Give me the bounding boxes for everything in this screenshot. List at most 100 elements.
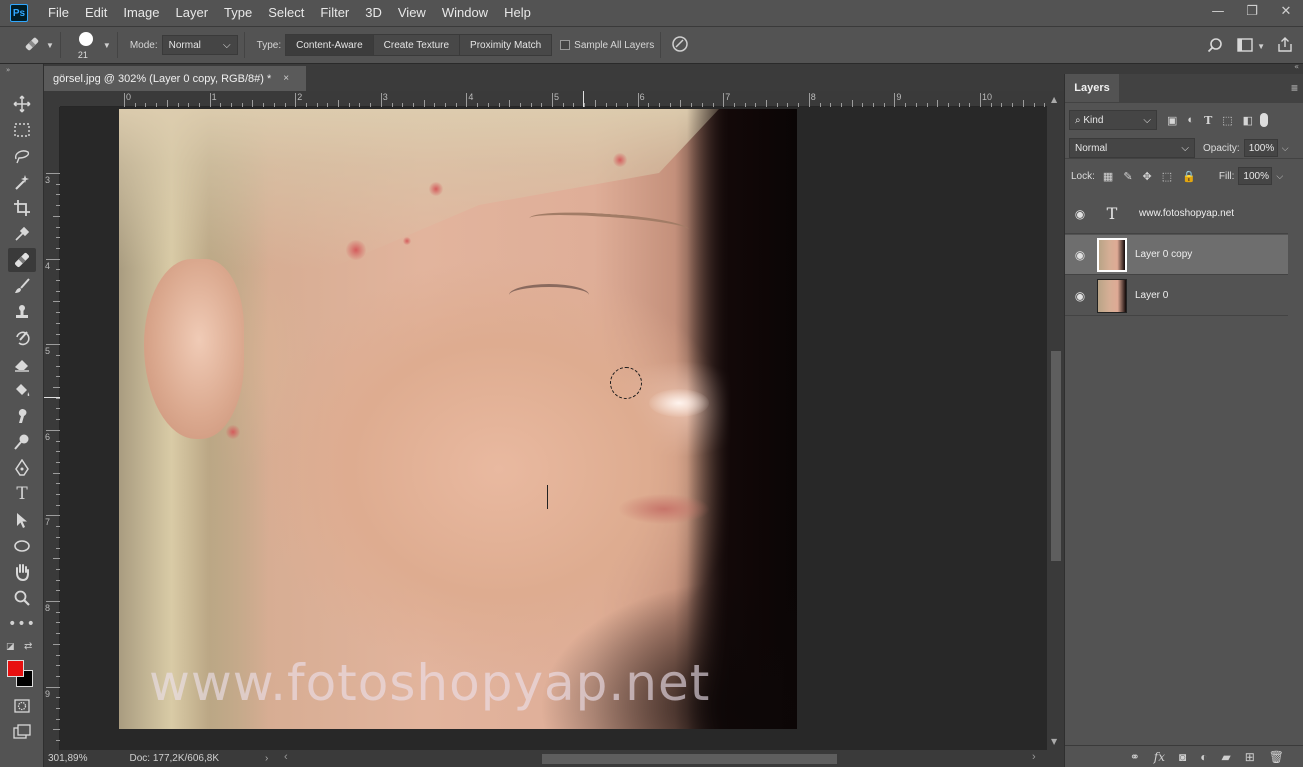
scroll-right-icon[interactable]: › bbox=[1032, 751, 1036, 763]
filter-toggle-icon[interactable] bbox=[1260, 113, 1269, 127]
create-texture-button[interactable]: Create Texture bbox=[373, 35, 461, 55]
add-mask-icon[interactable]: ◙ bbox=[1179, 750, 1186, 764]
filter-pixel-icon[interactable]: ▣ bbox=[1167, 114, 1177, 127]
layer-row-layer-0-copy[interactable]: ◉ Layer 0 copy bbox=[1065, 235, 1288, 275]
screen-mode-icon[interactable] bbox=[8, 720, 36, 744]
collapse-icon[interactable]: « bbox=[1294, 62, 1299, 71]
menu-file[interactable]: File bbox=[40, 0, 77, 26]
pressure-size-icon[interactable] bbox=[671, 35, 689, 56]
mode-select[interactable]: Normal ⌵ bbox=[161, 35, 238, 55]
vertical-scroll-thumb[interactable] bbox=[1051, 351, 1061, 561]
lock-image-icon[interactable]: ✎ bbox=[1123, 170, 1132, 183]
document-image[interactable]: www.fotoshopyap.net bbox=[119, 109, 797, 729]
new-layer-icon[interactable]: ⊞ bbox=[1245, 750, 1255, 764]
scroll-left-icon[interactable]: ‹ bbox=[284, 751, 288, 763]
vertical-ruler[interactable]: 3 4 5 6 7 8 9 bbox=[44, 107, 60, 750]
filter-type-icon[interactable]: T bbox=[1204, 114, 1212, 127]
close-window-button[interactable]: ✕ bbox=[1269, 0, 1303, 22]
link-layers-icon[interactable]: ⚭ bbox=[1130, 750, 1140, 764]
blend-mode-select[interactable]: Normal ⌵ bbox=[1069, 138, 1195, 158]
minimize-button[interactable]: — bbox=[1201, 0, 1235, 22]
ellipse-tool-icon[interactable] bbox=[8, 534, 36, 558]
share-icon[interactable] bbox=[1277, 36, 1293, 56]
content-aware-button[interactable]: Content-Aware bbox=[286, 35, 374, 55]
hand-tool-icon[interactable] bbox=[8, 560, 36, 584]
crop-tool-icon[interactable] bbox=[8, 196, 36, 220]
status-menu-arrow[interactable]: › bbox=[265, 753, 268, 764]
collapse-icon[interactable]: » bbox=[6, 66, 10, 74]
lock-position-icon[interactable]: ✥ bbox=[1143, 170, 1152, 183]
clone-stamp-tool-icon[interactable] bbox=[8, 300, 36, 324]
eyedropper-tool-icon[interactable] bbox=[8, 222, 36, 246]
canvas-area[interactable]: www.fotoshopyap.net bbox=[60, 107, 1047, 750]
filter-adjustment-icon[interactable]: ◐ bbox=[1187, 114, 1194, 126]
brush-tool-icon[interactable] bbox=[8, 274, 36, 298]
adjustment-layer-icon[interactable]: ◐ bbox=[1200, 750, 1207, 764]
fill-input[interactable]: 100% bbox=[1238, 167, 1273, 185]
chevron-down-icon[interactable]: ⌵ bbox=[1282, 143, 1289, 154]
workspace-icon[interactable] bbox=[1237, 37, 1253, 55]
more-tools-icon[interactable]: ••• bbox=[8, 612, 36, 636]
swap-colors-icon[interactable]: ⇄ bbox=[24, 641, 32, 652]
menu-filter[interactable]: Filter bbox=[312, 0, 357, 26]
chevron-down-icon[interactable]: ▼ bbox=[46, 41, 54, 50]
filter-smart-object-icon[interactable]: ◧ bbox=[1243, 114, 1253, 127]
pen-tool-icon[interactable] bbox=[8, 456, 36, 480]
opacity-input[interactable]: 100% bbox=[1243, 139, 1278, 157]
spot-healing-brush-tool-icon[interactable] bbox=[8, 248, 36, 272]
scroll-up-icon[interactable]: ▲ bbox=[1051, 95, 1057, 104]
ruler-origin[interactable] bbox=[44, 91, 60, 107]
quick-mask-icon[interactable] bbox=[8, 694, 36, 718]
panel-menu-icon[interactable]: ≡ bbox=[1291, 81, 1298, 95]
visibility-eye-icon[interactable]: ◉ bbox=[1065, 207, 1095, 221]
healing-brush-preset-icon[interactable] bbox=[22, 34, 42, 57]
type-tool-icon[interactable]: T bbox=[8, 482, 36, 506]
dodge-tool-icon[interactable] bbox=[8, 430, 36, 454]
path-selection-tool-icon[interactable] bbox=[8, 508, 36, 532]
document-tab[interactable]: görsel.jpg @ 302% (Layer 0 copy, RGB/8#)… bbox=[44, 66, 306, 91]
horizontal-scroll-thumb[interactable] bbox=[542, 754, 837, 764]
layer-row-layer-0[interactable]: ◉ Layer 0 bbox=[1065, 276, 1288, 316]
lock-artboard-icon[interactable]: ⬚ bbox=[1162, 170, 1172, 183]
menu-edit[interactable]: Edit bbox=[77, 0, 115, 26]
zoom-tool-icon[interactable] bbox=[8, 586, 36, 610]
vertical-scrollbar[interactable]: ▲ ▼ bbox=[1047, 91, 1064, 750]
layer-filter-select[interactable]: ⌕ Kind ⌵ bbox=[1069, 110, 1157, 130]
brush-size-picker[interactable]: 21 bbox=[73, 30, 103, 60]
eraser-tool-icon[interactable] bbox=[8, 352, 36, 376]
search-icon[interactable] bbox=[1207, 37, 1223, 56]
filter-shape-icon[interactable]: ⬚ bbox=[1222, 114, 1232, 127]
default-colors-icon[interactable]: ◪ bbox=[6, 642, 15, 652]
lock-transparent-icon[interactable]: ▦ bbox=[1103, 170, 1113, 183]
chevron-down-icon[interactable]: ⌵ bbox=[1276, 171, 1283, 182]
smudge-tool-icon[interactable] bbox=[8, 404, 36, 428]
horizontal-ruler[interactable]: 0 1 2 3 4 5 6 7 8 9 10 bbox=[60, 91, 1056, 107]
proximity-match-button[interactable]: Proximity Match bbox=[460, 35, 552, 55]
sample-all-layers-checkbox[interactable] bbox=[560, 40, 571, 50]
new-group-icon[interactable]: ▰ bbox=[1221, 750, 1230, 764]
menu-type[interactable]: Type bbox=[216, 0, 260, 26]
menu-help[interactable]: Help bbox=[496, 0, 539, 26]
menu-layer[interactable]: Layer bbox=[168, 0, 217, 26]
history-brush-tool-icon[interactable] bbox=[8, 326, 36, 350]
menu-select[interactable]: Select bbox=[260, 0, 312, 26]
zoom-level[interactable]: 301,89% bbox=[48, 753, 87, 764]
menu-3d[interactable]: 3D bbox=[357, 0, 390, 26]
lock-all-icon[interactable]: 🔒 bbox=[1182, 170, 1196, 183]
visibility-eye-icon[interactable]: ◉ bbox=[1065, 248, 1095, 262]
chevron-down-icon[interactable]: ▼ bbox=[1257, 42, 1265, 51]
restore-button[interactable]: ❐ bbox=[1235, 0, 1269, 22]
menu-view[interactable]: View bbox=[390, 0, 434, 26]
scroll-down-icon[interactable]: ▼ bbox=[1051, 737, 1057, 746]
paint-bucket-tool-icon[interactable] bbox=[8, 378, 36, 402]
layer-style-icon[interactable]: fx bbox=[1154, 750, 1165, 764]
marquee-tool-icon[interactable] bbox=[8, 118, 36, 142]
menu-image[interactable]: Image bbox=[115, 0, 167, 26]
chevron-down-icon[interactable]: ▼ bbox=[103, 41, 111, 50]
move-tool-icon[interactable] bbox=[8, 92, 36, 116]
menu-window[interactable]: Window bbox=[434, 0, 496, 26]
foreground-color-swatch[interactable] bbox=[7, 660, 24, 677]
lasso-tool-icon[interactable] bbox=[8, 144, 36, 168]
close-tab-icon[interactable]: × bbox=[283, 73, 289, 84]
tab-layers[interactable]: Layers bbox=[1065, 74, 1119, 102]
